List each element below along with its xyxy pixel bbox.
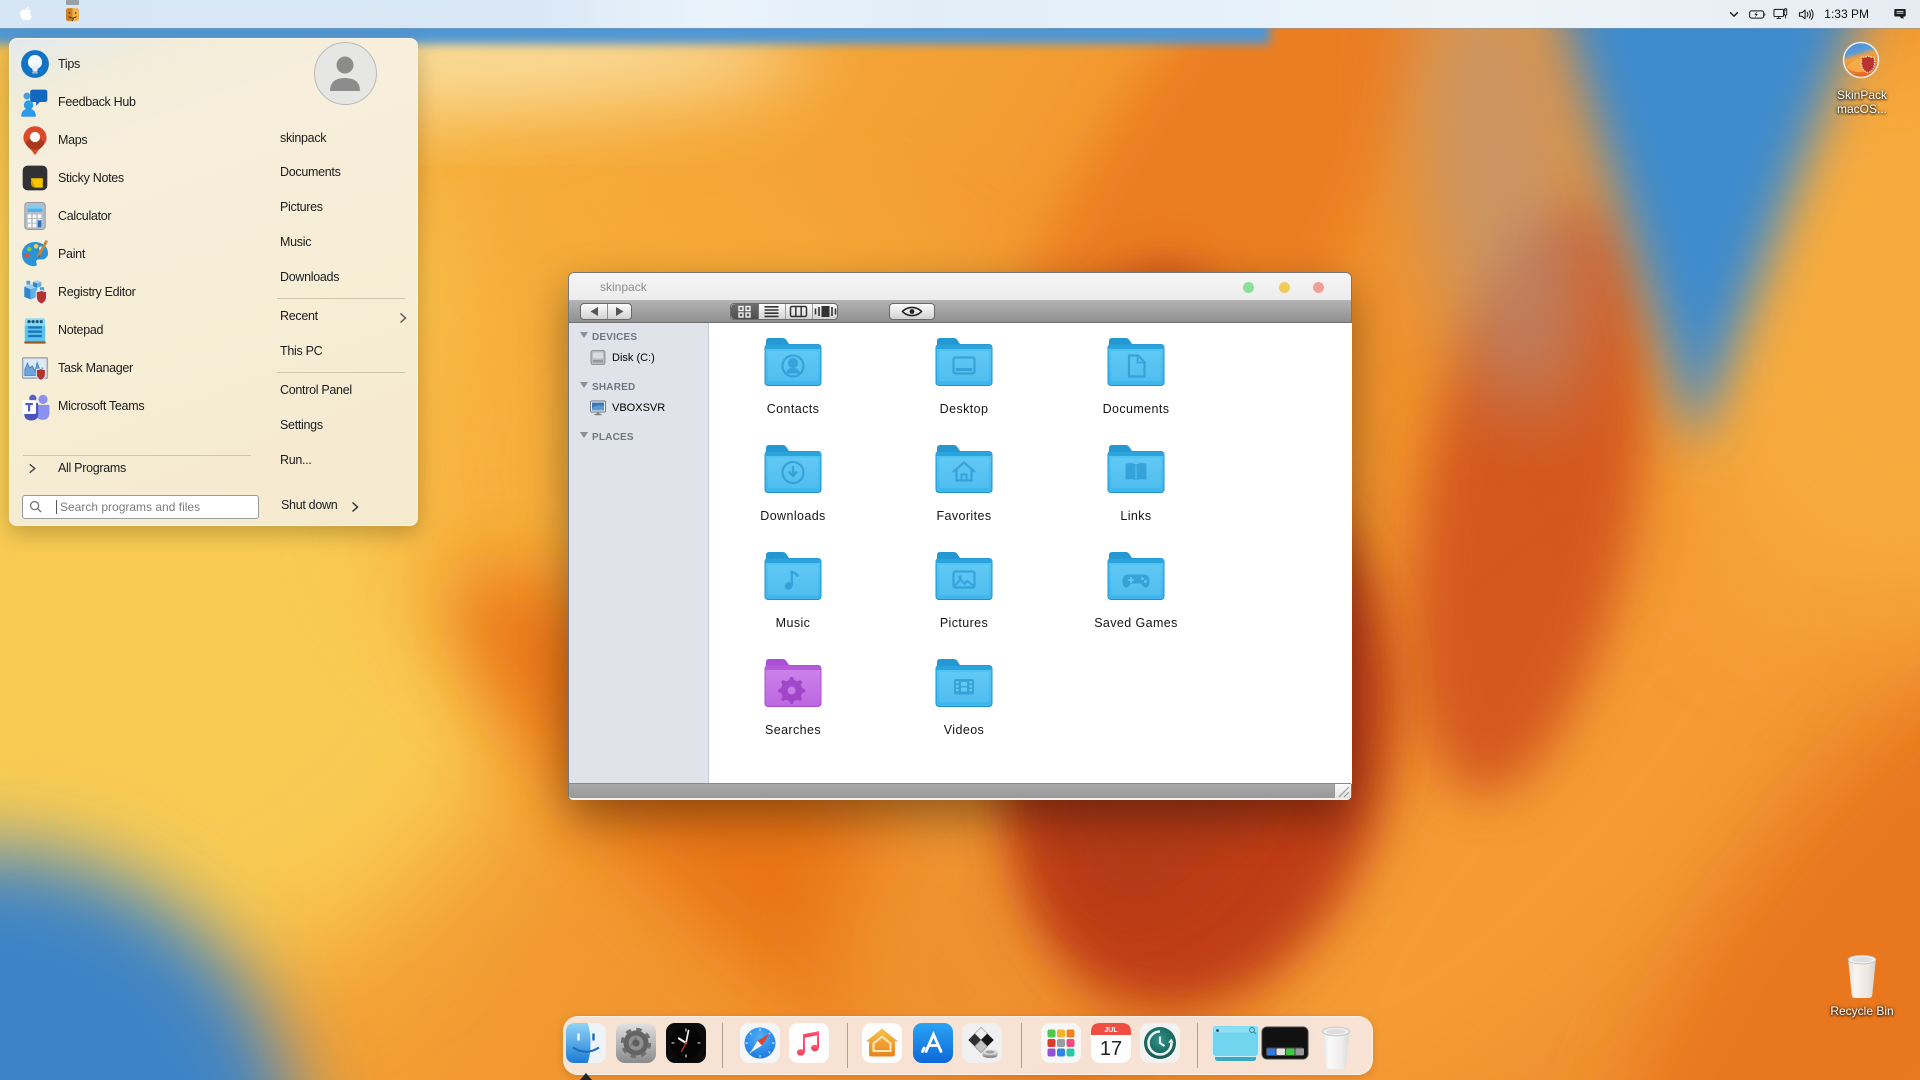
svg-text:17: 17 (1100, 1038, 1122, 1060)
svg-text:JUL: JUL (1104, 1027, 1118, 1034)
